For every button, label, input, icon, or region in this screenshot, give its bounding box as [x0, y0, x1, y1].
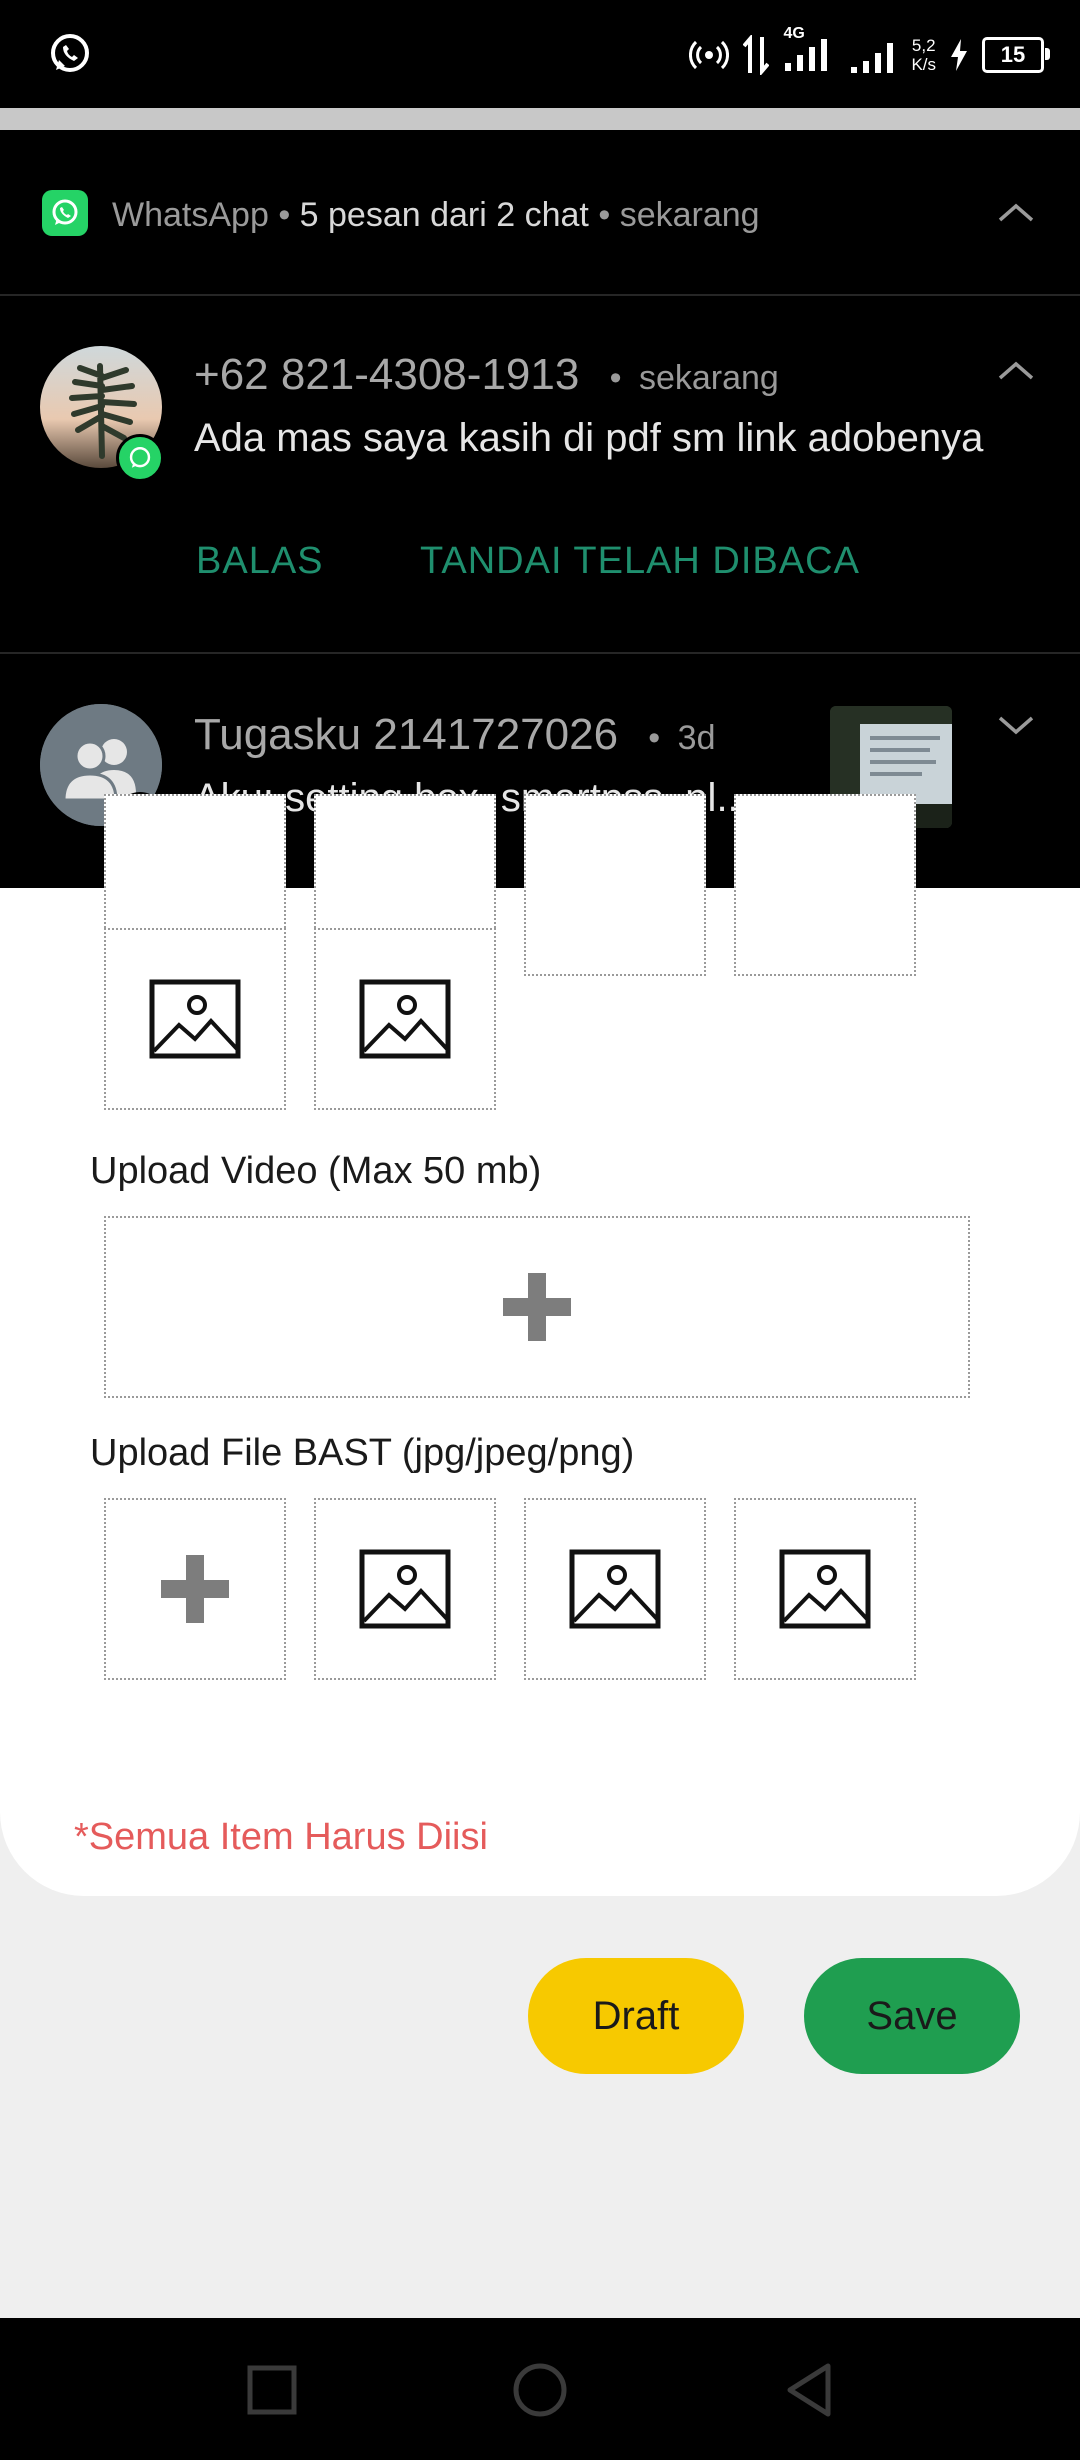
- notification-summary-text: 5 pesan dari 2 chat: [299, 196, 589, 234]
- notification-summary: WhatsApp • 5 pesan dari 2 chat • sekaran…: [112, 196, 760, 234]
- battery-indicator: 15: [982, 37, 1050, 73]
- charging-icon: [951, 39, 967, 71]
- upload-bast-label: Upload File BAST (jpg/jpeg/png): [90, 1432, 635, 1474]
- net-speed: 5,2 K/s: [911, 36, 936, 74]
- add-bast-file-button[interactable]: [104, 1498, 286, 1680]
- upload-form-card: Upload Video (Max 50 mb) Upload File BAS…: [0, 794, 1080, 1896]
- image-placeholder-icon: [149, 979, 241, 1059]
- sender-number: +62 821-4308-1913: [194, 350, 580, 399]
- upload-video-dropzone[interactable]: [104, 1216, 970, 1398]
- home-icon[interactable]: [510, 2360, 570, 2420]
- message-preview: Ada mas saya kasih di pdf sm link adoben…: [194, 416, 984, 460]
- photo-slot[interactable]: [734, 794, 916, 976]
- add-icon: [503, 1273, 571, 1341]
- data-transfer-icon: [743, 35, 770, 75]
- chevron-up-icon[interactable]: [996, 194, 1036, 234]
- bast-file-slot[interactable]: [524, 1498, 706, 1680]
- chevron-up-icon[interactable]: [996, 352, 1036, 392]
- bast-file-slot[interactable]: [314, 1498, 496, 1680]
- net-speed-unit: K/s: [911, 55, 936, 74]
- status-bar: 4G 5,2 K/s 15: [0, 0, 1080, 108]
- reply-button[interactable]: BALAS: [196, 540, 324, 583]
- net-speed-value: 5,2: [911, 36, 936, 55]
- signal-4g: 4G: [783, 25, 835, 78]
- photo-slot[interactable]: [104, 928, 286, 1110]
- whatsapp-status-icon: [51, 34, 89, 72]
- whatsapp-app-icon: [42, 190, 88, 236]
- chevron-down-icon[interactable]: [996, 704, 1036, 744]
- draft-button[interactable]: Draft: [528, 1958, 744, 2074]
- sender-name: +62 821-4308-1913 • sekarang: [194, 350, 779, 399]
- navigation-bar: [0, 2318, 1080, 2460]
- image-placeholder-icon: [359, 979, 451, 1059]
- network-type-label: 4G: [783, 24, 805, 42]
- notification-header[interactable]: WhatsApp • 5 pesan dari 2 chat • sekaran…: [0, 130, 1080, 296]
- sender-name: Tugasku 2141727026 • 3d: [194, 710, 716, 759]
- image-placeholder-icon: [359, 1549, 451, 1629]
- whatsapp-badge-icon: [116, 434, 164, 482]
- message-time: sekarang: [638, 359, 779, 397]
- save-button[interactable]: Save: [804, 1958, 1020, 2074]
- battery-level: 15: [1000, 42, 1026, 67]
- upload-video-label: Upload Video (Max 50 mb): [90, 1150, 542, 1192]
- back-icon[interactable]: [780, 2360, 840, 2420]
- photo-slot[interactable]: [314, 928, 496, 1110]
- image-placeholder-icon: [569, 1549, 661, 1629]
- notification-message-item[interactable]: +62 821-4308-1913 • sekarang Ada mas say…: [0, 296, 1080, 654]
- page-header-strip: [0, 108, 1080, 130]
- add-icon: [161, 1555, 229, 1623]
- message-time: 3d: [677, 719, 716, 757]
- group-name: Tugasku 2141727026: [194, 710, 619, 759]
- recents-icon[interactable]: [242, 2360, 302, 2420]
- hotspot-icon: [689, 40, 730, 70]
- notification-time: sekarang: [619, 196, 760, 234]
- notification-app-name: WhatsApp: [112, 196, 269, 234]
- photo-slot[interactable]: [524, 794, 706, 976]
- whatsapp-notification[interactable]: WhatsApp • 5 pesan dari 2 chat • sekaran…: [0, 130, 1080, 888]
- image-placeholder-icon: [779, 1549, 871, 1629]
- status-icons: 4G 5,2 K/s 15: [689, 25, 1050, 80]
- bast-file-slot[interactable]: [734, 1498, 916, 1680]
- required-fields-note: *Semua Item Harus Diisi: [74, 1816, 488, 1858]
- signal-icon-sim2: [851, 43, 894, 73]
- mark-as-read-button[interactable]: TANDAI TELAH DIBACA: [420, 540, 860, 583]
